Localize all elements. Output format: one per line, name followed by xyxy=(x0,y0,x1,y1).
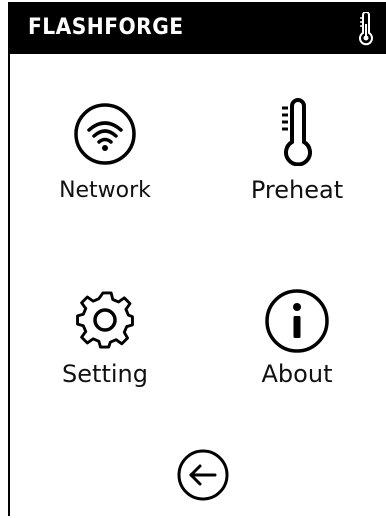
menu-item-setting[interactable]: Setting xyxy=(38,286,172,396)
menu-item-label: About xyxy=(261,360,333,388)
menu-item-label: Setting xyxy=(62,360,148,388)
thermometer-icon[interactable] xyxy=(356,12,376,46)
menu-item-label: Preheat xyxy=(250,176,344,204)
brand-logo: FLASHFORGE xyxy=(28,15,184,40)
info-icon xyxy=(265,289,329,353)
back-arrow-icon xyxy=(177,449,229,501)
gear-icon xyxy=(76,291,134,349)
wifi-icon xyxy=(74,103,136,165)
back-button[interactable] xyxy=(176,448,230,502)
menu-item-network[interactable]: Network xyxy=(38,98,172,208)
printer-screen: FLASHFORGE Network Preheat Setting About xyxy=(10,2,386,518)
menu-item-preheat[interactable]: Preheat xyxy=(230,98,364,208)
thermometer-icon xyxy=(282,98,312,166)
menu-item-label: Network xyxy=(59,178,151,203)
header-bar: FLASHFORGE xyxy=(10,2,386,54)
menu-item-about[interactable]: About xyxy=(230,286,364,396)
